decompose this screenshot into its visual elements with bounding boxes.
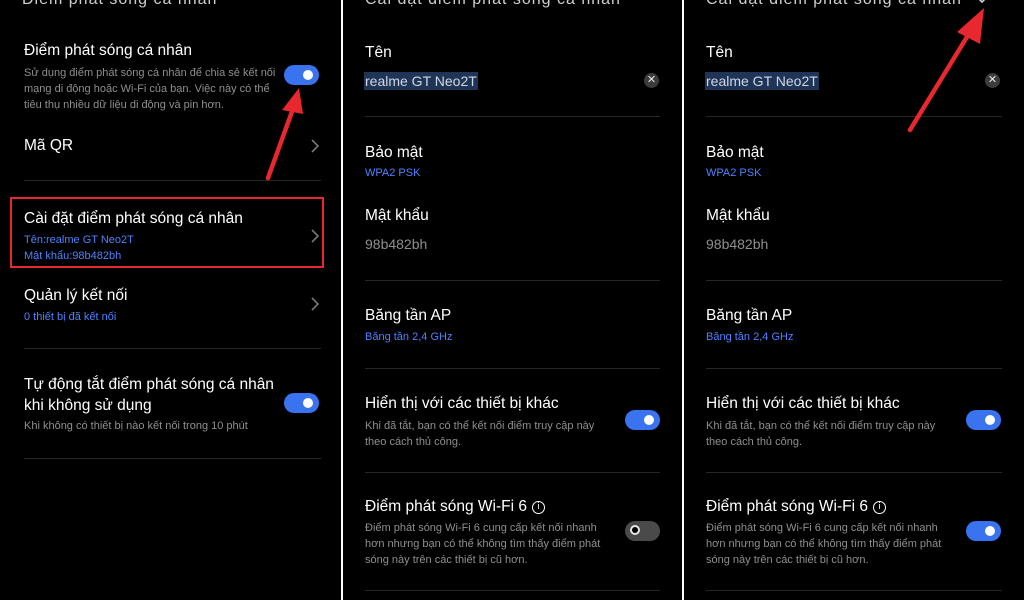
screen-title-cut: Cài đặt điểm phát sóng cá nhân [365, 0, 621, 9]
chevron-right-icon [311, 139, 320, 153]
password-label: Mật khẩu [706, 207, 770, 224]
toggle-knob [303, 398, 313, 408]
hotspot-name-input[interactable]: realme GT Neo2T [705, 72, 819, 90]
wifi6-label: Điểm phát sóng Wi-Fi 6 i [365, 498, 545, 516]
qr-code-title: Mã QR [24, 137, 74, 154]
security-value: WPA2 PSK [706, 167, 762, 179]
info-icon[interactable]: i [531, 501, 545, 514]
security-label: Bảo mật [365, 144, 423, 161]
divider [706, 590, 1002, 591]
wifi6-toggle[interactable] [966, 521, 1001, 541]
red-pointer-arrow [265, 88, 303, 181]
divider [706, 472, 1002, 473]
visible-to-devices-toggle[interactable] [966, 410, 1001, 430]
visible-to-devices-label: Hiển thị với các thiết bị khác [706, 395, 900, 412]
wifi6-toggle[interactable] [625, 521, 660, 541]
divider [706, 280, 1002, 281]
password-input[interactable]: 98b482bh [365, 236, 427, 252]
security-value: WPA2 PSK [365, 167, 421, 179]
divider [24, 458, 321, 459]
annotation-highlight-box [10, 197, 324, 268]
toggle-knob [644, 415, 654, 425]
password-label: Mật khẩu [365, 207, 429, 224]
auto-off-toggle[interactable] [284, 393, 319, 413]
divider [365, 590, 660, 591]
ap-band-label: Băng tần AP [365, 307, 452, 324]
wifi6-description: Điểm phát sóng Wi-Fi 6 cung cấp kết nối … [365, 522, 601, 566]
divider [24, 348, 321, 349]
divider [706, 368, 1002, 369]
hotspot-toggle[interactable] [284, 65, 319, 85]
ap-band-value: Băng tần 2,4 GHz [365, 331, 453, 343]
toggle-knob [985, 526, 995, 536]
clear-text-icon[interactable]: ✕ [644, 73, 659, 88]
divider [365, 368, 660, 369]
toggle-knob [985, 415, 995, 425]
password-input[interactable]: 98b482bh [706, 236, 768, 252]
auto-off-title: Tự động tắt điểm phát sóng cá nhân khi k… [24, 376, 274, 414]
screen-title-cut: Điểm phát sóng cá nhân [22, 0, 217, 9]
hotspot-name-input[interactable]: realme GT Neo2T [364, 72, 478, 90]
wifi6-label-text: Điểm phát sóng Wi-Fi 6 [706, 498, 868, 515]
hotspot-title: Điểm phát sóng cá nhân [24, 42, 193, 59]
name-label: Tên [706, 44, 733, 61]
hotspot-description: Sử dụng điểm phát sóng cá nhân để chia s… [24, 67, 276, 111]
divider [365, 116, 660, 117]
wifi6-description: Điểm phát sóng Wi-Fi 6 cung cấp kết nối … [706, 522, 942, 566]
hotspot-settings-screen: Cài đặt điểm phát sóng cá nhân Tên realm… [343, 0, 682, 600]
ap-band-label: Băng tần AP [706, 307, 793, 324]
security-label: Bảo mật [706, 144, 764, 161]
visible-to-devices-description: Khi đã tắt, bạn có thể kết nối điểm truy… [365, 420, 595, 448]
toggle-knob [303, 70, 313, 80]
info-icon[interactable]: i [872, 501, 886, 514]
toggle-knob [630, 525, 640, 535]
wifi6-label-text: Điểm phát sóng Wi-Fi 6 [365, 498, 527, 515]
ap-band-value: Băng tần 2,4 GHz [706, 331, 794, 343]
red-pointer-arrow [907, 8, 984, 133]
auto-off-description: Khi không có thiết bị nào kết nối trong … [24, 420, 248, 432]
manage-connections-title: Quản lý kết nối [24, 287, 128, 304]
divider [365, 280, 660, 281]
wifi6-label: Điểm phát sóng Wi-Fi 6 i [706, 498, 886, 516]
chevron-right-icon [311, 297, 320, 311]
connected-devices-count: 0 thiết bị đã kết nối [24, 311, 117, 323]
hotspot-main-screen: Điểm phát sóng cá nhân Điểm phát sóng cá… [0, 0, 341, 600]
visible-to-devices-toggle[interactable] [625, 410, 660, 430]
visible-to-devices-description: Khi đã tắt, bạn có thể kết nối điểm truy… [706, 420, 936, 448]
hotspot-settings-screen-wifi6-on: Cài đặt điểm phát sóng cá nhân Tên realm… [684, 0, 1024, 600]
name-label: Tên [365, 44, 392, 61]
divider [365, 472, 660, 473]
visible-to-devices-label: Hiển thị với các thiết bị khác [365, 395, 559, 412]
